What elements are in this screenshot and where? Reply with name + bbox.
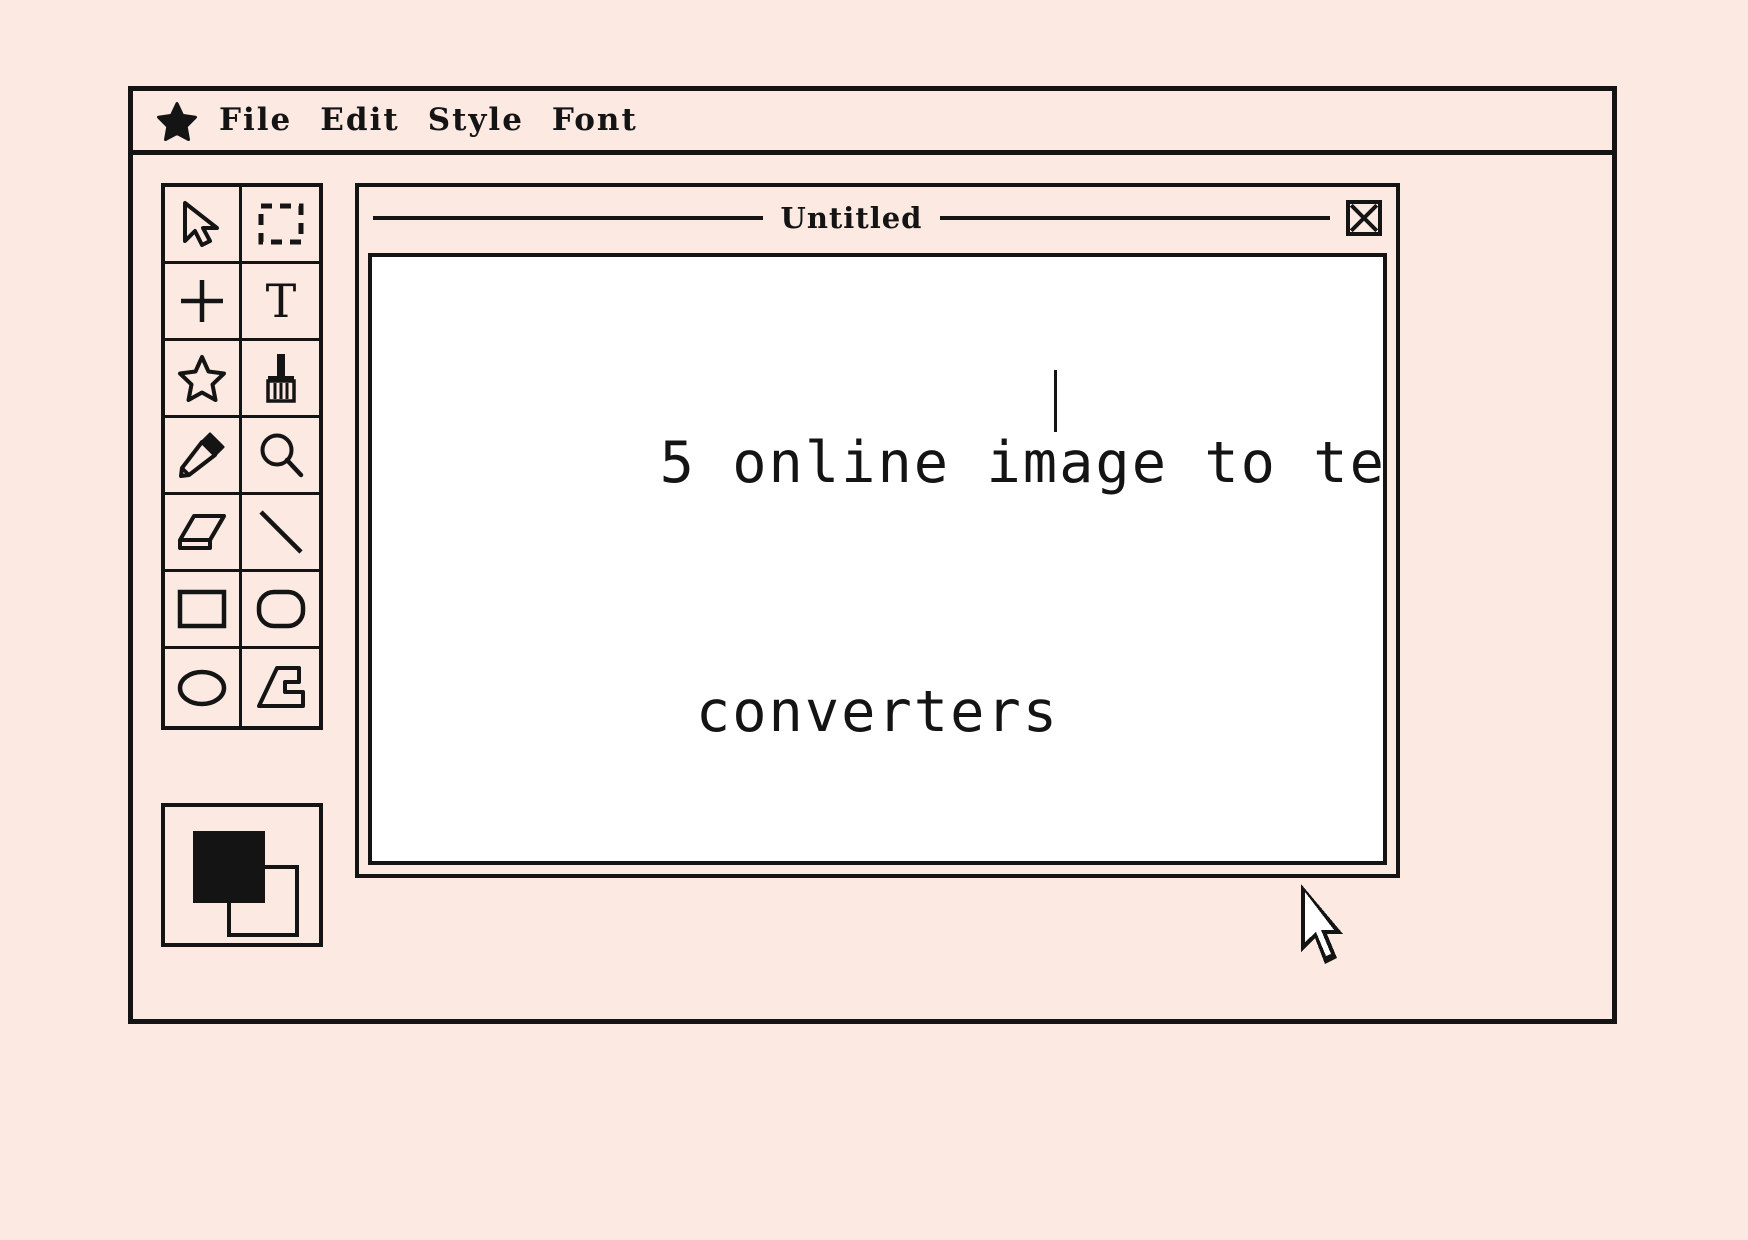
menu-items: File Edit Style Font [219, 105, 638, 136]
canvas-text-line-2: converters [695, 678, 1060, 745]
polygon-tool[interactable] [242, 649, 319, 726]
star-outline-icon [177, 354, 227, 402]
text-t-icon: T [259, 277, 303, 325]
close-x-icon[interactable] [1346, 200, 1382, 236]
pointer-tool[interactable] [165, 187, 242, 264]
menu-item-edit[interactable]: Edit [320, 105, 399, 136]
pencil-tool[interactable] [165, 418, 242, 495]
paintbrush-icon [260, 352, 302, 404]
magnifier-icon [257, 431, 305, 479]
document-title: Untitled [780, 201, 923, 235]
menu-item-font[interactable]: Font [552, 105, 638, 136]
text-caret [1054, 369, 1058, 432]
line-tool[interactable] [242, 495, 319, 572]
star-icon[interactable] [157, 101, 197, 141]
square-icon [176, 587, 228, 631]
menu-bar: File Edit Style Font [133, 91, 1612, 155]
title-rule-right [940, 216, 1330, 220]
dashed-rectangle-icon [257, 202, 305, 246]
rounded-rectangle-icon [255, 587, 307, 631]
tool-palette: T [161, 183, 323, 730]
document-window: Untitled 5 online image to text converte… [355, 183, 1400, 878]
mouse-arrow-cursor-icon [1293, 880, 1353, 980]
menu-item-style[interactable]: Style [428, 105, 524, 136]
color-swatch-box[interactable] [161, 803, 323, 947]
text-tool[interactable]: T [242, 264, 319, 341]
eraser-tool[interactable] [165, 495, 242, 572]
document-canvas[interactable]: 5 online image to text converters [368, 253, 1387, 865]
zoom-tool[interactable] [242, 418, 319, 495]
canvas-text-line-1: 5 online image to text [372, 369, 1387, 606]
rectangle-tool[interactable] [165, 572, 242, 649]
crosshair-tool[interactable] [165, 264, 242, 341]
ellipse-icon [176, 666, 228, 710]
eraser-icon [176, 510, 228, 554]
work-area: T Untitled 5 online image to text conver… [133, 155, 1612, 1019]
application-window: File Edit Style Font T Untitled 5 online… [128, 86, 1617, 1024]
brush-tool[interactable] [242, 341, 319, 418]
canvas-line-1-text: 5 online image to text [659, 429, 1387, 496]
ellipse-tool[interactable] [165, 649, 242, 726]
star-tool[interactable] [165, 341, 242, 418]
marquee-tool[interactable] [242, 187, 319, 264]
diagonal-line-icon [257, 508, 305, 556]
document-title-bar[interactable]: Untitled [359, 187, 1396, 249]
rounded-rect-tool[interactable] [242, 572, 319, 649]
polygon-l-shape-icon [255, 664, 307, 712]
menu-item-file[interactable]: File [219, 105, 292, 136]
foreground-color-swatch[interactable] [193, 831, 265, 903]
pencil-icon [177, 430, 227, 480]
title-rule-left [373, 216, 763, 220]
svg-text:T: T [265, 277, 296, 325]
arrow-pointer-icon [179, 199, 225, 249]
plus-crosshair-icon [178, 277, 226, 325]
